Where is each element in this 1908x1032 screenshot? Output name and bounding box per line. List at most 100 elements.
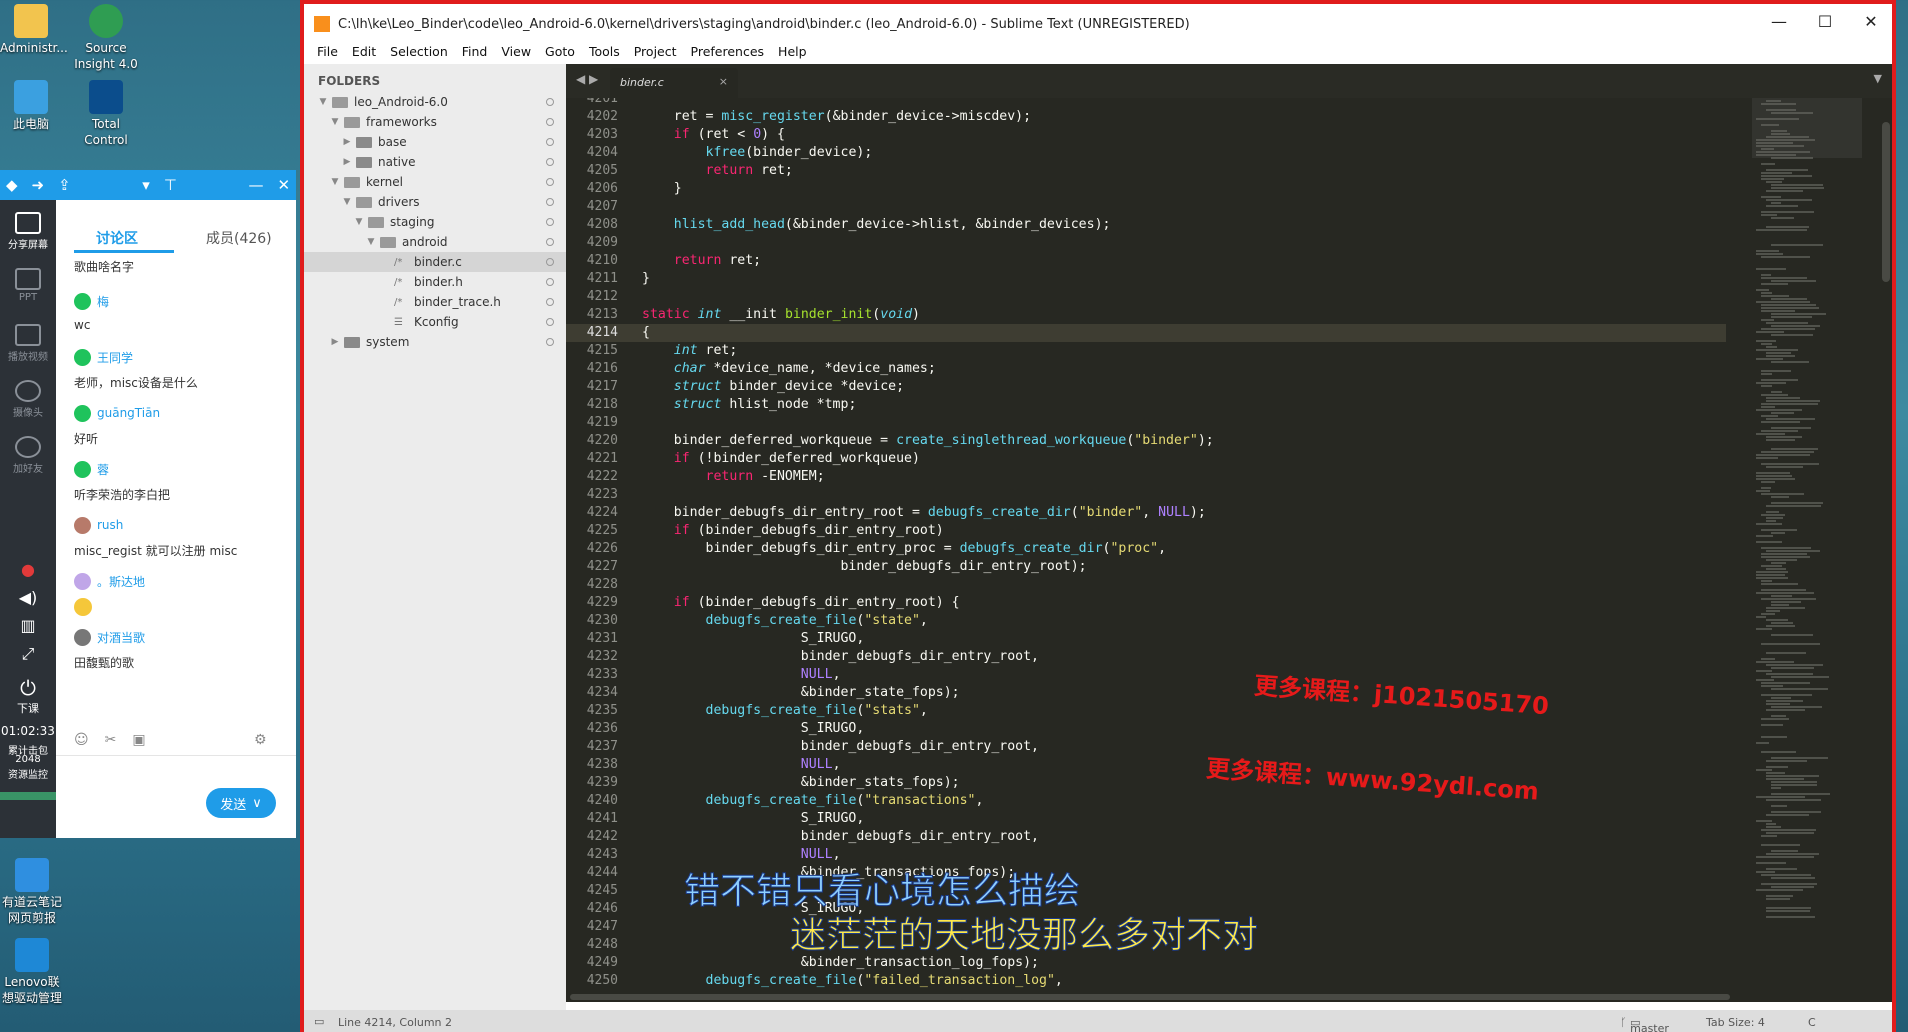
vertical-scrollbar[interactable] <box>1882 122 1890 282</box>
code-line[interactable]: &binder_state_fops); <box>642 684 960 702</box>
menu-find[interactable]: Find <box>455 42 495 64</box>
git-branch[interactable]: ᚴ master ▭ <box>1620 1016 1669 1032</box>
message-user[interactable]: 。斯达地 <box>97 573 145 590</box>
desktop-icon-admin[interactable]: Administr... <box>0 4 68 56</box>
fullscreen-icon[interactable]: ⤢ <box>0 644 56 664</box>
code-line[interactable]: struct binder_device *device; <box>642 378 904 396</box>
tree-file-binder-trace-h[interactable]: /* binder_trace.h <box>304 292 566 312</box>
tab-discussion[interactable]: 讨论区 <box>96 228 138 248</box>
minimize-icon[interactable]: — <box>248 176 263 194</box>
code-line[interactable]: S_IRUGO, <box>642 810 865 828</box>
desktop-icon-total-control[interactable]: Total Control <box>74 80 138 148</box>
rail-play-video[interactable]: 播放视频 <box>0 324 56 363</box>
menu-project[interactable]: Project <box>627 42 684 64</box>
code-line[interactable]: binder_debugfs_dir_entry_root, <box>642 828 1039 846</box>
code-line[interactable]: if (!binder_deferred_workqueue) <box>642 450 920 468</box>
code-line[interactable]: return ret; <box>642 252 761 270</box>
minimize-icon[interactable]: — <box>1764 12 1794 31</box>
desktop-icon-source-insight[interactable]: Source Insight 4.0 <box>74 4 138 72</box>
menu-goto[interactable]: Goto <box>538 42 582 64</box>
tab-size[interactable]: Tab Size: 4 <box>1706 1016 1765 1029</box>
code-line[interactable]: debugfs_create_file("failed_transaction_… <box>642 972 1063 990</box>
rail-share-screen[interactable]: 分享屏幕 <box>0 212 56 251</box>
rail-ppt[interactable]: PPT <box>0 268 56 303</box>
code-line[interactable]: binder_debugfs_dir_entry_root = debugfs_… <box>642 504 1206 522</box>
code-line[interactable]: binder_debugfs_dir_entry_root, <box>642 648 1039 666</box>
emoji-icon[interactable]: ☺ <box>74 732 89 748</box>
message-user[interactable]: 对酒当歌 <box>97 629 145 646</box>
code-line[interactable]: if (ret < 0) { <box>642 126 785 144</box>
send-button[interactable]: 发送 ∨ <box>206 788 276 818</box>
equalizer-icon[interactable]: ▥ <box>0 616 56 635</box>
code-line[interactable]: static int __init binder_init(void) <box>642 306 920 324</box>
desktop-icon-this-pc[interactable]: 此电脑 <box>0 80 62 132</box>
gear-icon[interactable]: ⚙ <box>254 732 267 748</box>
rail-add-friend[interactable]: 加好友 <box>0 436 56 475</box>
code-line[interactable]: binder_deferred_workqueue = create_singl… <box>642 432 1214 450</box>
code-line[interactable]: debugfs_create_file("stats", <box>642 702 928 720</box>
menu-file[interactable]: File <box>310 42 345 64</box>
maximize-icon[interactable]: ☐ <box>1810 12 1840 31</box>
speaker-icon[interactable]: ◀) <box>0 588 56 607</box>
message-user[interactable]: 蓉 <box>97 461 109 478</box>
tree-folder-frameworks[interactable]: ▼ frameworks <box>304 112 566 132</box>
close-icon[interactable]: ✕ <box>277 176 290 194</box>
rail-camera[interactable]: 摄像头 <box>0 380 56 419</box>
code-line[interactable]: S_IRUGO, <box>642 720 865 738</box>
tab-dropdown-icon[interactable]: ▼ <box>1874 72 1882 85</box>
code-line[interactable]: NULL, <box>642 756 841 774</box>
tree-folder-native[interactable]: ▶ native <box>304 152 566 172</box>
resource-monitor[interactable]: 资源监控 <box>0 766 56 781</box>
code-line[interactable]: binder_debugfs_dir_entry_root, <box>642 738 1039 756</box>
code-line[interactable]: binder_debugfs_dir_entry_proc = debugfs_… <box>642 540 1167 558</box>
tree-folder-leo-android[interactable]: ▼ leo_Android-6.0 <box>304 92 566 112</box>
code-line[interactable]: S_IRUGO, <box>642 630 865 648</box>
tree-folder-system[interactable]: ▶ system <box>304 332 566 352</box>
message-user[interactable]: 王同学 <box>97 349 133 366</box>
desktop-icon-youdao[interactable]: 有道云笔记网页剪报 <box>0 858 64 926</box>
code-line[interactable]: &binder_stats_fops); <box>642 774 960 792</box>
chevron-down-icon[interactable]: ▾ <box>142 176 150 194</box>
scrollbar-thumb[interactable] <box>570 994 1730 1000</box>
pin-icon[interactable]: ⊤ <box>164 176 177 194</box>
panel-toggle-icon[interactable]: ▭ <box>314 1015 324 1028</box>
menu-help[interactable]: Help <box>771 42 814 64</box>
code-line[interactable]: debugfs_create_file("transactions", <box>642 792 984 810</box>
code-line[interactable]: if (binder_debugfs_dir_entry_root) { <box>642 594 960 612</box>
code-line[interactable]: } <box>642 270 650 288</box>
tab-members[interactable]: 成员(426) <box>206 228 272 248</box>
tab-binder-c[interactable]: binder.c × <box>610 68 738 98</box>
tree-folder-base[interactable]: ▶ base <box>304 132 566 152</box>
message-user[interactable]: 梅 <box>97 293 109 310</box>
close-tab-icon[interactable]: × <box>719 75 728 88</box>
chat-input[interactable] <box>66 766 286 782</box>
scissors-icon[interactable]: ✂ <box>105 732 117 748</box>
tree-file-kconfig[interactable]: ☰ Kconfig <box>304 312 566 332</box>
tree-file-binder-c[interactable]: /* binder.c <box>304 252 566 272</box>
close-icon[interactable]: ✕ <box>1856 12 1886 31</box>
code-line[interactable]: debugfs_create_file("state", <box>642 612 928 630</box>
tree-file-binder-h[interactable]: /* binder.h <box>304 272 566 292</box>
tree-folder-android[interactable]: ▼ android <box>304 232 566 252</box>
image-icon[interactable]: ▣ <box>132 732 145 748</box>
code-line[interactable]: binder_debugfs_dir_entry_root); <box>642 558 1086 576</box>
share-icon[interactable]: ⇪ <box>58 176 71 194</box>
forward-icon[interactable]: ➜ <box>32 176 45 194</box>
message-user[interactable]: guāngTiān <box>97 406 160 420</box>
message-user[interactable]: rush <box>97 518 123 532</box>
code-line[interactable]: char *device_name, *device_names; <box>642 360 936 378</box>
microphone-icon[interactable]: ● <box>0 560 56 579</box>
syntax-mode[interactable]: C <box>1808 1016 1816 1029</box>
tab-nav-arrows-icon[interactable]: ◀ ▶ <box>576 72 598 86</box>
tree-folder-kernel[interactable]: ▼ kernel <box>304 172 566 192</box>
code-line[interactable]: ret = misc_register(&binder_device->misc… <box>642 108 1031 126</box>
code-line[interactable]: hlist_add_head(&binder_device->hlist, &b… <box>642 216 1111 234</box>
menu-preferences[interactable]: Preferences <box>684 42 772 64</box>
code-line[interactable]: return -ENOMEM; <box>642 468 825 486</box>
code-line[interactable]: struct hlist_node *tmp; <box>642 396 857 414</box>
menu-tools[interactable]: Tools <box>582 42 627 64</box>
tree-folder-drivers[interactable]: ▼ drivers <box>304 192 566 212</box>
desktop-icon-lenovo[interactable]: Lenovo联想驱动管理 <box>0 938 64 1006</box>
horizontal-scrollbar[interactable] <box>566 992 1892 1002</box>
code-line[interactable]: return ret; <box>642 162 793 180</box>
